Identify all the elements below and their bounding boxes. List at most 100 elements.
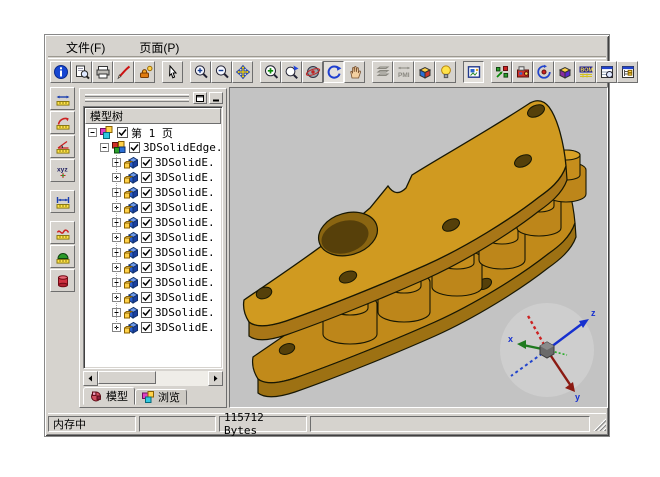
palette-gripper[interactable]: [85, 94, 189, 97]
part-checkbox[interactable]: [141, 247, 152, 258]
expand-icon[interactable]: [112, 278, 121, 287]
tree-page-row[interactable]: 第 1 页: [84, 125, 222, 140]
orbit-button[interactable]: [302, 61, 323, 83]
dynamic-zoom-button[interactable]: [281, 61, 302, 83]
expand-icon[interactable]: [112, 158, 121, 167]
tree-part-label[interactable]: 3DSolidE.: [155, 306, 215, 319]
measure-radius-button[interactable]: [50, 111, 75, 134]
tab-model[interactable]: 模型: [83, 387, 135, 405]
collapse-icon[interactable]: [100, 143, 109, 152]
explode-button[interactable]: [491, 61, 512, 83]
tree-part-label[interactable]: 3DSolidE.: [155, 186, 215, 199]
expand-icon[interactable]: [112, 218, 121, 227]
tree-part-row[interactable]: 3DSolidE.: [84, 260, 222, 275]
bom-button[interactable]: BOM: [575, 61, 596, 83]
viewport-3d[interactable]: z y x: [229, 87, 608, 408]
tab-model-label[interactable]: 模型: [106, 388, 128, 404]
expand-icon[interactable]: [112, 203, 121, 212]
measure-span-button[interactable]: [50, 190, 75, 213]
expand-icon[interactable]: [112, 173, 121, 182]
menu-page[interactable]: 页面(P): [135, 38, 183, 57]
tree-page-label[interactable]: 第 1 页: [131, 125, 173, 141]
tree-part-label[interactable]: 3DSolidE.: [155, 216, 215, 229]
expand-icon[interactable]: [112, 293, 121, 302]
menu-file[interactable]: 文件(F): [62, 38, 109, 57]
tree-part-row[interactable]: 3DSolidE.: [84, 290, 222, 305]
part-checkbox[interactable]: [141, 202, 152, 213]
measure-volume-button[interactable]: [50, 269, 75, 292]
measure-coordinate-button[interactable]: xyz: [50, 159, 75, 182]
tree-part-label[interactable]: 3DSolidE.: [155, 246, 215, 259]
report-button[interactable]: [596, 61, 617, 83]
tree-view-button[interactable]: [617, 61, 638, 83]
part-checkbox[interactable]: [141, 172, 152, 183]
resize-grip[interactable]: [593, 418, 606, 431]
tree-assembly-row[interactable]: 3DSolidEdge.: [84, 140, 222, 155]
measure-curve-button[interactable]: [50, 221, 75, 244]
image-mode-button[interactable]: [463, 61, 484, 83]
stamp-button[interactable]: [134, 61, 155, 83]
part-checkbox[interactable]: [141, 187, 152, 198]
tree-part-row[interactable]: 3DSolidE.: [84, 245, 222, 260]
view-cube-button[interactable]: [414, 61, 435, 83]
scroll-right-button[interactable]: [208, 371, 223, 386]
part-checkbox[interactable]: [141, 292, 152, 303]
rotate-button[interactable]: [323, 61, 344, 83]
palette-gripper[interactable]: [85, 99, 189, 102]
expand-icon[interactable]: [112, 263, 121, 272]
redline-button[interactable]: [113, 61, 134, 83]
part-checkbox[interactable]: [141, 217, 152, 228]
print-button[interactable]: [92, 61, 113, 83]
measure-area-button[interactable]: [50, 245, 75, 268]
palette-minimize-button[interactable]: [209, 92, 223, 104]
tree-part-row[interactable]: 3DSolidE.: [84, 215, 222, 230]
zoom-out-button[interactable]: [211, 61, 232, 83]
tree-part-label[interactable]: 3DSolidE.: [155, 261, 215, 274]
zoom-in-button[interactable]: [190, 61, 211, 83]
tree-assembly-label[interactable]: 3DSolidEdge.: [143, 141, 222, 154]
scrollbar-track[interactable]: [98, 371, 208, 386]
scroll-left-button[interactable]: [83, 371, 98, 386]
expand-icon[interactable]: [112, 233, 121, 242]
measure-angle-button[interactable]: [50, 135, 75, 158]
expand-icon[interactable]: [112, 248, 121, 257]
tree-part-row[interactable]: 3DSolidE.: [84, 275, 222, 290]
part-checkbox[interactable]: [141, 262, 152, 273]
tree-part-row[interactable]: 3DSolidE.: [84, 230, 222, 245]
tree-horizontal-scrollbar[interactable]: [83, 371, 223, 386]
zoom-window-button[interactable]: [260, 61, 281, 83]
cad-model-canvas[interactable]: z y x: [230, 88, 608, 408]
hand-pan-button[interactable]: [344, 61, 365, 83]
light-button[interactable]: [435, 61, 456, 83]
pan-button[interactable]: [232, 61, 253, 83]
solid-button[interactable]: [554, 61, 575, 83]
update-button[interactable]: [533, 61, 554, 83]
tree-part-label[interactable]: 3DSolidE.: [155, 156, 215, 169]
print-preview-button[interactable]: [71, 61, 92, 83]
tree-part-row[interactable]: 3DSolidE.: [84, 320, 222, 335]
page-checkbox[interactable]: [117, 127, 128, 138]
expand-icon[interactable]: [112, 188, 121, 197]
collapse-icon[interactable]: [88, 128, 97, 137]
palette-header[interactable]: [83, 92, 223, 105]
expand-icon[interactable]: [112, 323, 121, 332]
palette-maximize-button[interactable]: [193, 92, 207, 104]
render-button[interactable]: [512, 61, 533, 83]
part-checkbox[interactable]: [141, 157, 152, 168]
part-checkbox[interactable]: [141, 322, 152, 333]
part-checkbox[interactable]: [141, 277, 152, 288]
part-checkbox[interactable]: [141, 232, 152, 243]
tree-part-row[interactable]: 3DSolidE.: [84, 305, 222, 320]
tree-part-row[interactable]: 3DSolidE.: [84, 155, 222, 170]
tree-part-label[interactable]: 3DSolidE.: [155, 171, 215, 184]
tree-part-label[interactable]: 3DSolidE.: [155, 291, 215, 304]
scrollbar-thumb[interactable]: [98, 371, 156, 384]
select-button[interactable]: [162, 61, 183, 83]
part-checkbox[interactable]: [141, 307, 152, 318]
tree-part-row[interactable]: 3DSolidE.: [84, 200, 222, 215]
measure-distance-button[interactable]: [50, 87, 75, 110]
expand-icon[interactable]: [112, 308, 121, 317]
tab-browse[interactable]: 浏览: [135, 389, 187, 405]
tree-part-label[interactable]: 3DSolidE.: [155, 201, 215, 214]
tab-browse-label[interactable]: 浏览: [158, 389, 180, 405]
